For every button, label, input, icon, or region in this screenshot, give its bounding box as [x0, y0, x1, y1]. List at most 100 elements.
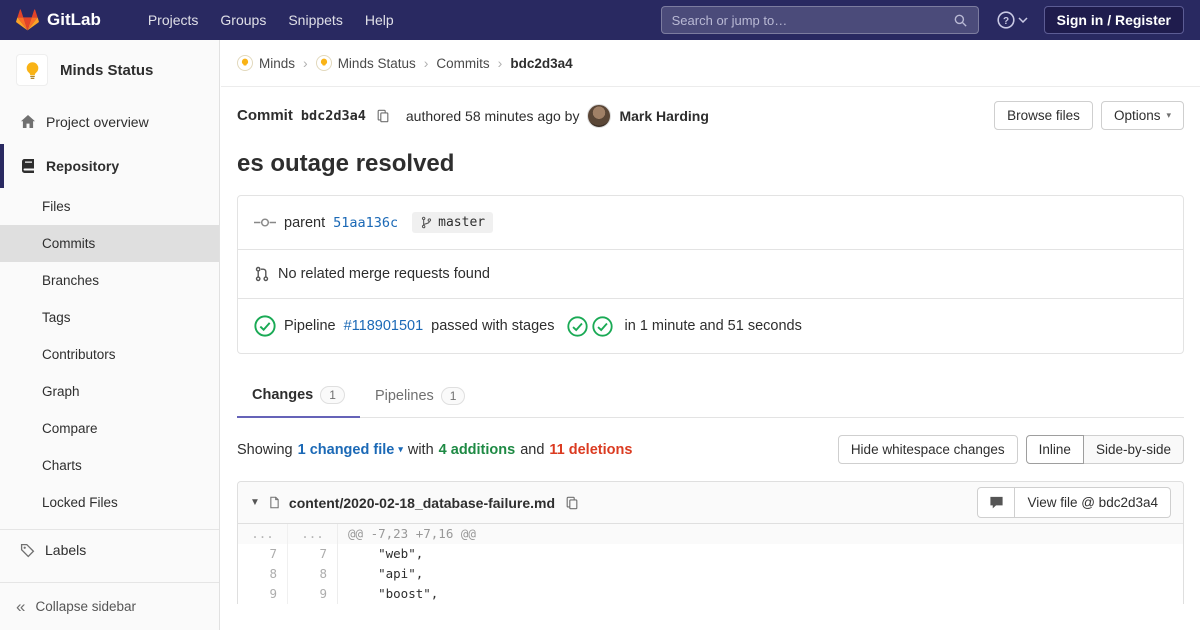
showing-text: Showing: [237, 442, 293, 458]
changed-files-label: 1 changed file: [298, 442, 395, 458]
and-text: and: [520, 442, 544, 458]
collapse-sidebar-button[interactable]: « Collapse sidebar: [0, 582, 219, 630]
diff-line: 9 9 "boost",: [238, 584, 1183, 604]
sidebar-item-label: Labels: [45, 542, 86, 558]
nav-item-snippets[interactable]: Snippets: [277, 0, 353, 40]
tab-count-badge: 1: [441, 387, 466, 405]
sidebar-item-label: Project overview: [46, 114, 149, 130]
search-input[interactable]: [672, 13, 953, 28]
commit-info-box: parent 51aa136c master No related m: [237, 195, 1184, 354]
sign-in-label: Sign in / Register: [1057, 12, 1171, 28]
inline-view-button[interactable]: Inline: [1026, 435, 1084, 464]
new-line-number[interactable]: 9: [288, 584, 338, 604]
breadcrumb-label: Commits: [436, 56, 489, 71]
parent-sha-link[interactable]: 51aa136c: [333, 215, 398, 231]
breadcrumb-minds-status[interactable]: Minds Status: [316, 55, 416, 71]
diff-view-controls: Hide whitespace changes Inline Side-by-s…: [838, 435, 1184, 464]
branch-badge[interactable]: master: [412, 212, 493, 233]
chevron-down-icon: [1018, 17, 1028, 23]
breadcrumb-commits[interactable]: Commits: [436, 56, 489, 71]
gitlab-tanuki-logo-icon: [16, 9, 39, 31]
author-name[interactable]: Mark Harding: [619, 108, 708, 124]
global-search[interactable]: [661, 6, 979, 34]
breadcrumb-separator: ›: [424, 55, 429, 71]
commit-icon: [254, 216, 276, 229]
authored-text: authored 58 minutes ago by: [406, 108, 580, 124]
breadcrumb-minds[interactable]: Minds: [237, 55, 295, 71]
sidebar-item-commits[interactable]: Commits: [0, 225, 219, 262]
search-icon: [953, 13, 968, 28]
sidebar-item-repository[interactable]: Repository: [0, 144, 219, 188]
collapse-diff-icon[interactable]: ▼: [250, 497, 260, 508]
stage-passed-icon[interactable]: [592, 316, 613, 337]
breadcrumb: Minds › Minds Status › Commits › bdc2d3a…: [221, 40, 1200, 87]
new-line-number[interactable]: 8: [288, 564, 338, 584]
view-file-button[interactable]: View file @ bdc2d3a4: [1015, 487, 1171, 518]
sidebar-item-tags[interactable]: Tags: [0, 299, 219, 336]
tab-changes[interactable]: Changes 1: [237, 374, 360, 418]
diff-line-code: "boost",: [338, 584, 1183, 604]
old-line-number[interactable]: 7: [238, 544, 288, 564]
side-by-side-view-button[interactable]: Side-by-side: [1083, 435, 1184, 464]
sidebar-item-locked-files[interactable]: Locked Files: [0, 484, 219, 521]
sidebar-item-contributors[interactable]: Contributors: [0, 336, 219, 373]
copy-sha-button[interactable]: [374, 107, 392, 125]
svg-text:?: ?: [1003, 16, 1009, 27]
project-sidebar: Minds Status Project overview Repository…: [0, 40, 220, 630]
group-avatar: [237, 55, 253, 71]
pipeline-label: Pipeline: [284, 318, 336, 334]
new-line-number[interactable]: 7: [288, 544, 338, 564]
main-menu: Projects Groups Snippets Help: [137, 0, 405, 40]
old-line-number[interactable]: 8: [238, 564, 288, 584]
sidebar-item-files[interactable]: Files: [0, 188, 219, 225]
hide-whitespace-button[interactable]: Hide whitespace changes: [838, 435, 1018, 464]
hide-whitespace-label: Hide whitespace changes: [851, 442, 1005, 457]
copy-file-path-button[interactable]: [563, 494, 581, 512]
old-line-number[interactable]: 9: [238, 584, 288, 604]
sidebar-item-charts[interactable]: Charts: [0, 447, 219, 484]
diff-line-code: "web",: [338, 544, 1183, 564]
browse-files-button[interactable]: Browse files: [994, 101, 1093, 130]
repository-subnav: Files Commits Branches Tags Contributors…: [0, 188, 219, 521]
label-tag-icon: [20, 543, 35, 558]
view-file-label: View file @ bdc2d3a4: [1027, 495, 1158, 510]
help-dropdown[interactable]: ?: [997, 11, 1028, 29]
diff-file-panel: ▼ content/2020-02-18_database-failure.md: [237, 481, 1184, 604]
project-header[interactable]: Minds Status: [0, 40, 219, 100]
merge-request-icon: [254, 266, 270, 282]
pipeline-id-link[interactable]: #118901501: [344, 318, 424, 334]
brand-name: GitLab: [47, 10, 101, 30]
with-text: with: [408, 442, 434, 458]
gitlab-brand[interactable]: GitLab: [16, 9, 101, 31]
project-avatar: [16, 54, 48, 86]
sidebar-spacer: [0, 570, 219, 582]
breadcrumb-separator: ›: [498, 55, 503, 71]
comment-on-file-button[interactable]: [977, 487, 1015, 518]
tab-label: Pipelines: [375, 388, 434, 404]
sidebar-item-compare[interactable]: Compare: [0, 410, 219, 447]
diff-controls: Showing 1 changed file ▾ with 4 addition…: [237, 435, 1184, 464]
diff-line: 7 7 "web",: [238, 544, 1183, 564]
sidebar-item-graph[interactable]: Graph: [0, 373, 219, 410]
comment-bubble-icon: [989, 495, 1004, 510]
stage-passed-icon[interactable]: [567, 316, 588, 337]
hunk-header-text: @@ -7,23 +7,16 @@: [338, 524, 1183, 544]
sidebar-item-project-overview[interactable]: Project overview: [0, 100, 219, 144]
collapse-sidebar-label: Collapse sidebar: [35, 599, 136, 614]
additions-count: 4 additions: [439, 442, 516, 458]
side-by-side-label: Side-by-side: [1096, 442, 1171, 457]
author-avatar[interactable]: [587, 104, 611, 128]
diff-file-path[interactable]: content/2020-02-18_database-failure.md: [289, 495, 555, 511]
top-navbar: GitLab Projects Groups Snippets Help ? S…: [0, 0, 1200, 40]
nav-item-projects[interactable]: Projects: [137, 0, 210, 40]
branch-icon: [420, 216, 433, 229]
sidebar-item-branches[interactable]: Branches: [0, 262, 219, 299]
commit-label: Commit: [237, 107, 293, 124]
options-dropdown-button[interactable]: Options ▾: [1101, 101, 1184, 130]
sign-in-register-button[interactable]: Sign in / Register: [1044, 6, 1184, 34]
sidebar-item-labels[interactable]: Labels: [0, 530, 219, 570]
tab-pipelines[interactable]: Pipelines 1: [360, 374, 481, 418]
nav-item-groups[interactable]: Groups: [209, 0, 277, 40]
nav-item-help[interactable]: Help: [354, 0, 405, 40]
changed-files-dropdown[interactable]: 1 changed file ▾: [298, 442, 403, 458]
